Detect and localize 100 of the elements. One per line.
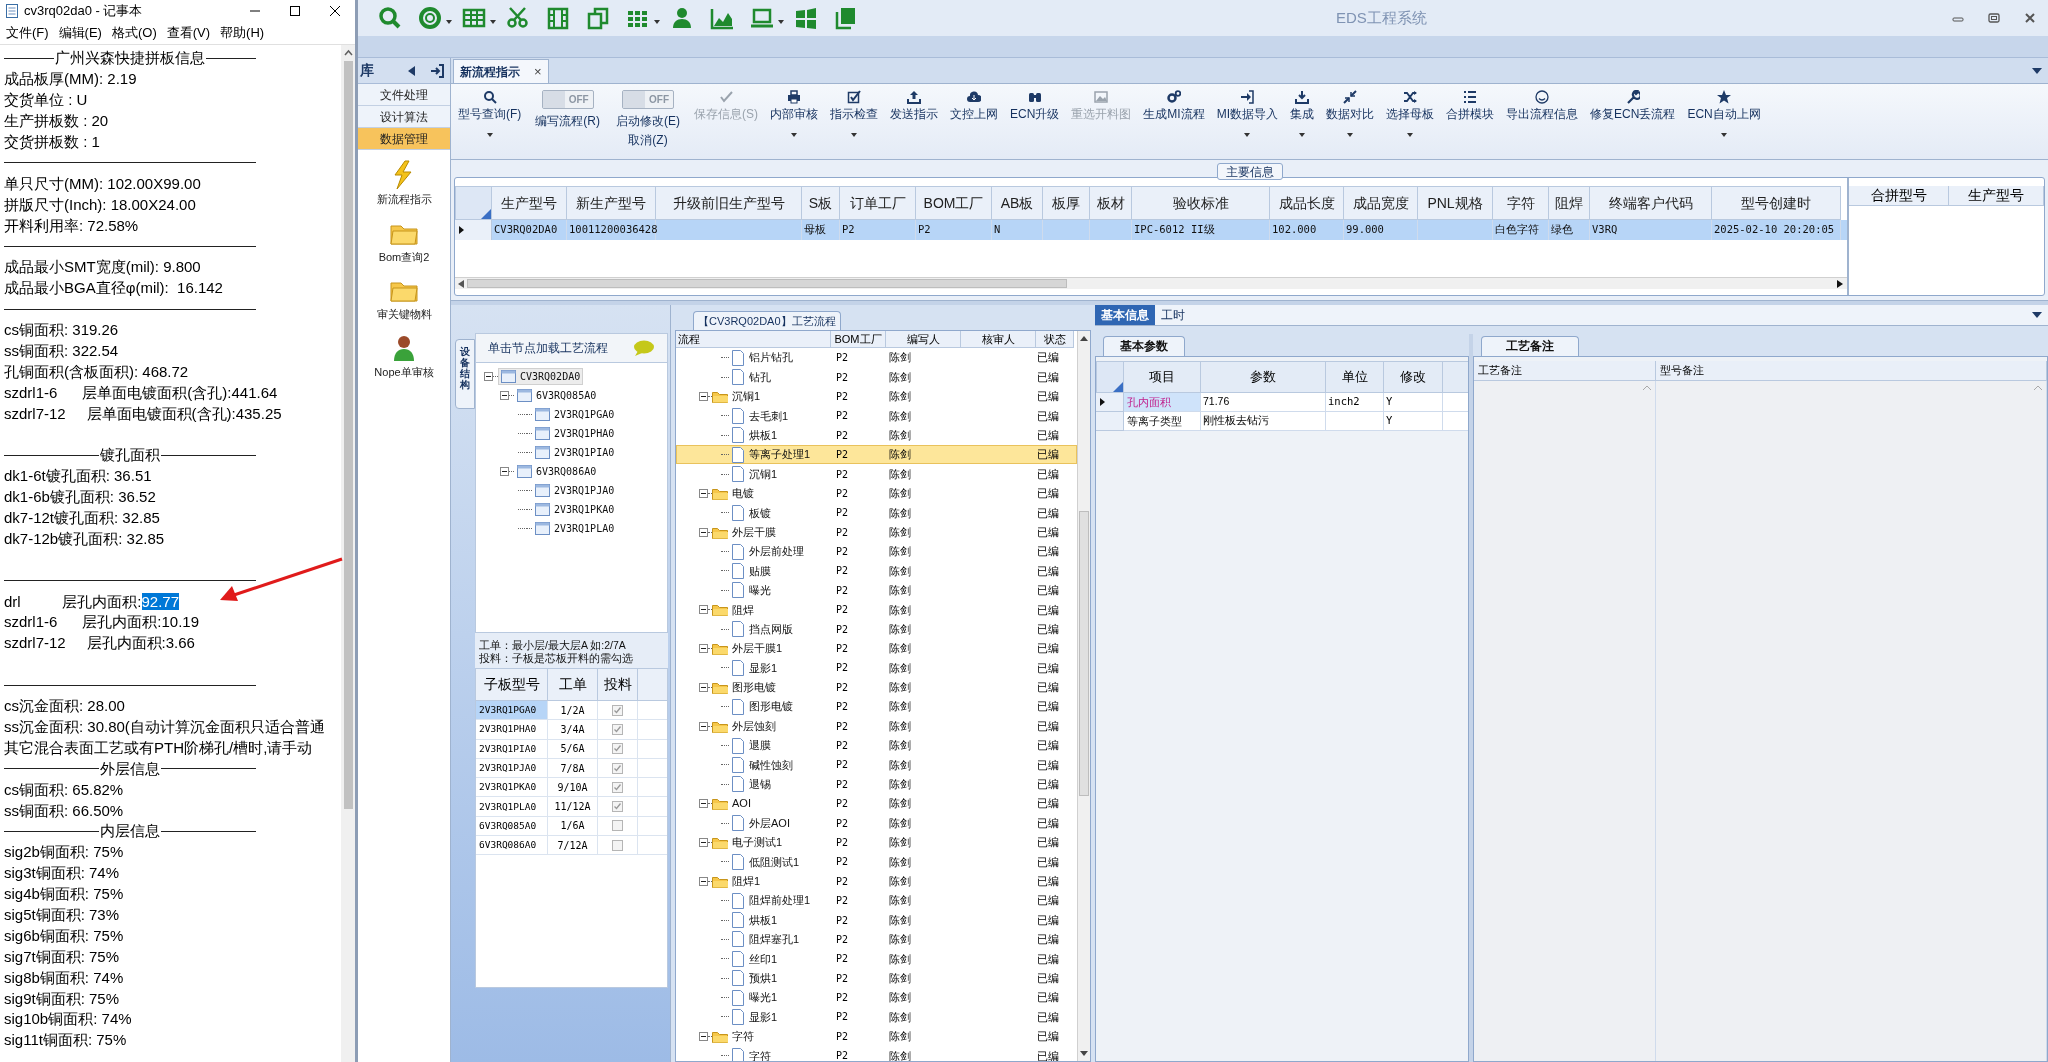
process-row[interactable]: 烘板1 P2 陈剑 已编 — [676, 425, 1077, 445]
process-row[interactable]: 铝片钻孔 P2 陈剑 已编 — [676, 348, 1077, 368]
scrollbar-thumb[interactable] — [1079, 511, 1089, 796]
toolbar-button[interactable]: 生成MI流程 — [1137, 90, 1211, 154]
column-header[interactable]: 终端客户代码 — [1590, 186, 1712, 220]
lifebuoy-icon[interactable] — [418, 6, 442, 30]
caret-icon[interactable] — [791, 133, 797, 137]
exit-icon[interactable] — [430, 63, 444, 78]
caret-icon[interactable] — [446, 20, 452, 24]
column-header[interactable]: 板厚 — [1043, 186, 1090, 220]
collapse-icon[interactable] — [500, 391, 509, 400]
table-cell[interactable]: 2V3RQ1PKA0 — [476, 778, 548, 797]
column-header[interactable]: 流程 — [676, 331, 831, 348]
collapse-icon[interactable] — [500, 467, 509, 476]
process-row[interactable]: 电子测试1 P2 陈剑 已编 — [676, 832, 1077, 853]
column-header[interactable]: 生产型号 — [1949, 186, 2044, 206]
process-row[interactable]: 挡点网版 P2 陈剑 已编 — [676, 619, 1077, 639]
shortcut-label[interactable]: 新流程指示 — [376, 191, 432, 208]
collapse-icon[interactable] — [699, 1031, 708, 1041]
caret-icon[interactable] — [1299, 133, 1306, 137]
tree-node[interactable]: 6V3RQ086A0 — [514, 463, 600, 480]
column-header[interactable]: 合拼型号 — [1849, 186, 1949, 206]
toolbar-button[interactable]: 修复ECN丢流程 — [1584, 90, 1682, 154]
process-row[interactable]: 退膜 P2 陈剑 已编 — [676, 735, 1077, 756]
tree-node[interactable]: 2V3RQ1PLA0 — [532, 520, 618, 537]
table-icon[interactable] — [462, 6, 486, 30]
toolbar-button[interactable]: 导出流程信息 — [1500, 90, 1585, 154]
area-chart-icon[interactable] — [710, 6, 734, 30]
menu-item[interactable]: 编辑(E) — [53, 23, 107, 43]
close-icon[interactable] — [2024, 12, 2036, 24]
collapse-left-icon[interactable] — [408, 65, 416, 76]
column-header[interactable]: 订单工厂 — [840, 186, 916, 220]
tab[interactable]: 工时 — [1155, 305, 1191, 325]
collapse-icon[interactable] — [699, 876, 708, 886]
process-row[interactable]: 外层AOI P2 陈剑 已编 — [676, 813, 1077, 833]
table-cell[interactable]: 2V3RQ1PLA0 — [476, 797, 548, 816]
toolbar-button[interactable]: 文控上网 — [944, 90, 1004, 154]
toolbar-button[interactable]: 集成 — [1284, 90, 1321, 154]
process-row[interactable]: 沉铜1 P2 陈剑 已编 — [676, 464, 1077, 484]
shortcut-label[interactable]: Nope单审核 — [374, 363, 434, 380]
checkbox[interactable] — [612, 781, 623, 793]
column-header[interactable]: AB板 — [992, 186, 1043, 220]
caret-icon[interactable] — [778, 20, 784, 24]
process-row[interactable]: 钻孔 P2 陈剑 已编 — [676, 367, 1077, 387]
process-row[interactable]: 阻焊1 P2 陈剑 已编 — [676, 871, 1077, 891]
process-row[interactable]: 阻焊 P2 陈剑 已编 — [676, 600, 1077, 620]
scroll-right-icon[interactable] — [1837, 279, 1843, 288]
process-row[interactable]: 低阻测试1 P2 陈剑 已编 — [676, 852, 1077, 872]
maximize-icon[interactable] — [289, 5, 301, 17]
column-header[interactable]: 板材 — [1090, 186, 1132, 220]
tree-node[interactable]: 2V3RQ1PKA0 — [532, 501, 618, 518]
column-header[interactable]: 升级前旧生产型号 — [656, 186, 802, 220]
column-header[interactable]: 工单 — [548, 669, 598, 701]
process-row[interactable]: 外层干膜 P2 陈剑 已编 — [676, 522, 1077, 542]
caret-icon[interactable] — [851, 133, 857, 137]
column-header[interactable]: 成品宽度 — [1344, 186, 1418, 220]
process-row[interactable]: 字符 P2 陈剑 已编 — [676, 1026, 1077, 1047]
column-header[interactable]: 新生产型号 — [567, 186, 656, 220]
caret-icon[interactable] — [654, 20, 660, 24]
scroll-left-icon[interactable] — [458, 279, 464, 288]
menu-item[interactable]: 查看(V) — [161, 23, 216, 43]
column-header[interactable]: 核审人 — [961, 331, 1036, 348]
column-header[interactable]: 编写人 — [886, 331, 961, 348]
column-header[interactable]: 成品长度 — [1270, 186, 1344, 220]
checkbox[interactable] — [612, 820, 623, 832]
collapse-icon[interactable] — [699, 391, 708, 401]
process-row[interactable]: 曝光1 P2 陈剑 已编 — [676, 987, 1077, 1008]
column-header[interactable]: 阻焊 — [1549, 186, 1590, 220]
toolbar-button[interactable]: ECN升级 — [1004, 90, 1066, 154]
shortcut-label[interactable]: 审关键物料 — [376, 306, 432, 323]
close-icon[interactable] — [329, 5, 341, 17]
toolbar-button[interactable]: MI数据导入 — [1210, 90, 1285, 154]
tree-node[interactable]: 6V3RQ085A0 — [514, 387, 600, 404]
toolbar-button[interactable]: 合拼模块 — [1440, 90, 1501, 154]
menu-item[interactable]: 格式(O) — [106, 23, 162, 43]
toolbar-button[interactable]: 选择母板 — [1380, 90, 1441, 154]
table-cell[interactable]: 2V3RQ1PGA0 — [476, 701, 548, 720]
toolbar-button[interactable]: 内部审核 — [764, 90, 824, 154]
column-header[interactable]: 型号创建时 — [1712, 186, 1841, 220]
nav-item[interactable]: 数据管理 — [358, 128, 450, 150]
process-row[interactable]: 阻焊塞孔1 P2 陈剑 已编 — [676, 929, 1077, 950]
toolbar-button[interactable]: ECN自动上网 — [1681, 90, 1767, 154]
collapse-icon[interactable] — [699, 527, 708, 537]
process-row[interactable]: 板镀 P2 陈剑 已编 — [676, 503, 1077, 523]
document-tab[interactable]: 新流程指示 × — [453, 59, 549, 83]
nav-item[interactable]: 文件处理 — [358, 84, 450, 106]
process-row[interactable]: 外层前处理 P2 陈剑 已编 — [676, 541, 1077, 562]
column-header[interactable]: 生产型号 — [492, 186, 567, 220]
tree-node[interactable]: CV3RQ02DA0 — [498, 368, 584, 385]
column-header[interactable]: 状态 — [1036, 331, 1074, 348]
tab-label[interactable]: 新流程指示 — [460, 62, 520, 81]
table-cell[interactable]: 等离子类型 — [1124, 412, 1201, 431]
process-row[interactable]: 碱性蚀刻 P2 陈剑 已编 — [676, 755, 1077, 775]
checkbox[interactable] — [612, 801, 623, 813]
process-row[interactable]: 贴膜 P2 陈剑 已编 — [676, 561, 1077, 581]
menu-item[interactable]: 文件(F) — [1, 23, 54, 43]
process-row[interactable]: 预烘1 P2 陈剑 已编 — [676, 968, 1077, 988]
process-row[interactable]: 电镀 P2 陈剑 已编 — [676, 483, 1077, 504]
column-header[interactable]: BOM工厂 — [831, 331, 886, 348]
collapse-icon[interactable] — [699, 488, 708, 498]
